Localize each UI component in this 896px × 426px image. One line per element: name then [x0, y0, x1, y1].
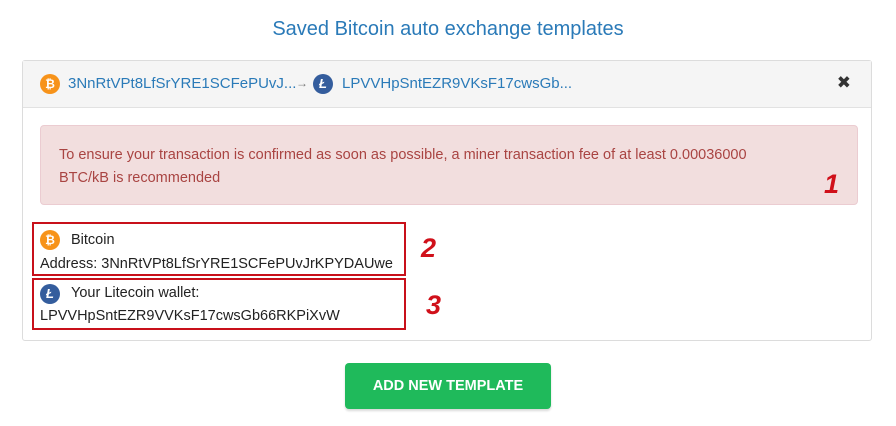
annotation-number-1: 1 [824, 169, 840, 199]
destination-label: Your Litecoin wallet: [71, 285, 200, 301]
source-info-box: ₿ Bitcoin Address: 3NnRtVPt8LfSrYRE1SCFe… [32, 222, 406, 276]
annotation-number-2: 2 [421, 233, 437, 263]
annotation-number-3: 3 [426, 290, 442, 320]
miner-fee-alert: To ensure your transaction is confirmed … [40, 125, 858, 205]
from-address-link[interactable]: 3NnRtVPt8LfSrYRE1SCFePUvJ... [68, 75, 296, 92]
alert-line-2: BTC/kB is recommended [59, 170, 221, 186]
destination-info-box: Ł Your Litecoin wallet: LPVVHpSntEZR9VVK… [32, 278, 406, 330]
arrow-right-icon: → [296, 76, 308, 90]
bitcoin-icon: ₿ [40, 230, 60, 250]
bitcoin-icon: ₿ [40, 74, 60, 94]
close-icon[interactable]: ✖ [837, 73, 851, 93]
destination-address: LPVVHpSntEZR9VVKsF17cwsGb66RKPiXvW [40, 308, 340, 324]
alert-line-1: To ensure your transaction is confirmed … [59, 147, 747, 163]
to-address-link[interactable]: LPVVHpSntEZR9VKsF17cwsGb... [342, 75, 572, 92]
litecoin-icon: Ł [40, 284, 60, 304]
source-coin-name: Bitcoin [71, 232, 115, 248]
add-new-template-button[interactable]: ADD NEW TEMPLATE [345, 363, 551, 409]
template-card: ₿ 3NnRtVPt8LfSrYRE1SCFePUvJ... → Ł LPVVH… [22, 60, 872, 341]
litecoin-icon: Ł [313, 74, 333, 94]
template-header[interactable]: ₿ 3NnRtVPt8LfSrYRE1SCFePUvJ... → Ł LPVVH… [23, 61, 871, 108]
page-title: Saved Bitcoin auto exchange templates [272, 18, 624, 40]
source-address: Address: 3NnRtVPt8LfSrYRE1SCFePUvJrKPYDA… [40, 256, 393, 272]
